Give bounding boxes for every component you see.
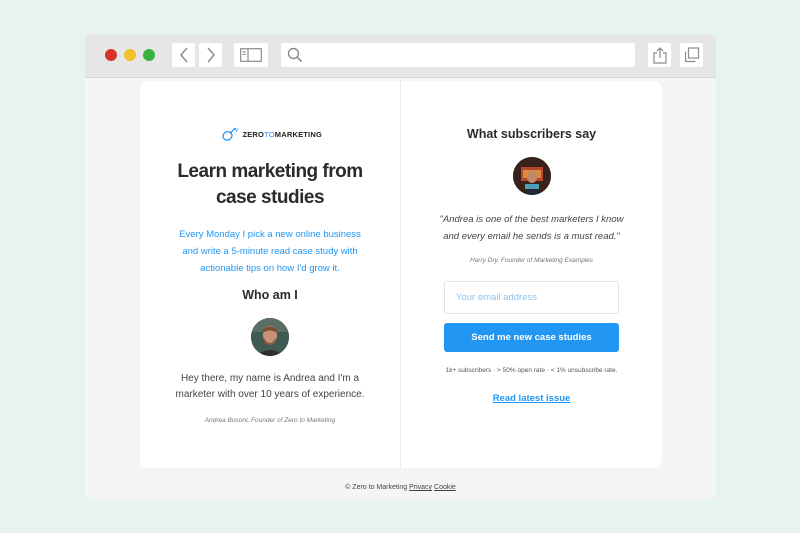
author-bio: Hey there, my name is Andrea and I'm a m… — [175, 373, 365, 400]
close-window-button[interactable] — [105, 49, 117, 61]
tabs-icon — [684, 47, 699, 63]
brand-logo[interactable]: ZEROTOMARKETING — [222, 126, 322, 142]
subscribe-button[interactable]: Send me new case studies — [444, 323, 619, 352]
privacy-link[interactable]: Privacy — [409, 484, 432, 491]
author-signature: Andrea Bosoni, Founder of Zero to Market… — [204, 417, 336, 424]
testimonial-signature: Harry Dry, Founder of Marketing Examples — [469, 257, 594, 264]
page-footer: © Zero to Marketing Privacy Cookie — [85, 484, 716, 491]
search-icon — [287, 47, 303, 63]
who-am-i-heading: Who am I — [242, 288, 298, 302]
intro-column: ZEROTOMARKETING Learn marketing from cas… — [140, 81, 400, 468]
back-button[interactable] — [172, 43, 195, 67]
minimize-window-button[interactable] — [124, 49, 136, 61]
email-input[interactable] — [444, 281, 619, 314]
read-latest-issue-link[interactable]: Read latest issue — [461, 393, 602, 404]
page-headline: Learn marketing from case studies — [177, 161, 363, 208]
footer-copyright: © Zero to Marketing — [345, 484, 408, 491]
sidebar-toggle-button[interactable] — [234, 43, 268, 67]
sidebar-icon — [240, 48, 262, 62]
cookie-link[interactable]: Cookie — [434, 484, 456, 491]
satellite-logo-icon — [222, 127, 238, 141]
forward-button[interactable] — [199, 43, 222, 67]
chevron-right-icon — [206, 47, 215, 63]
tabs-button[interactable] — [680, 43, 703, 67]
logo-wordmark: ZEROTOMARKETING — [242, 129, 322, 139]
testimonial-quote: "Andrea is one of the best marketers I k… — [439, 214, 624, 242]
browser-window: ZEROTOMARKETING Learn marketing from cas… — [85, 34, 716, 499]
testimonial-avatar — [513, 157, 551, 195]
signup-column: What subscribers say "Andrea is one of t… — [401, 81, 662, 468]
address-bar[interactable] — [281, 43, 635, 67]
testimonial-heading: What subscribers say — [466, 127, 597, 141]
subscriber-stats: 1k+ subscribers · > 50% open rate · < 1%… — [445, 367, 618, 374]
share-button[interactable] — [648, 43, 671, 67]
intro-text: Every Monday I pick a new online busines… — [179, 229, 361, 274]
author-avatar — [251, 318, 289, 356]
chevron-left-icon — [179, 47, 188, 63]
maximize-window-button[interactable] — [143, 49, 155, 61]
landing-card: ZEROTOMARKETING Learn marketing from cas… — [140, 81, 662, 468]
browser-toolbar — [85, 34, 716, 78]
share-icon — [652, 46, 667, 64]
